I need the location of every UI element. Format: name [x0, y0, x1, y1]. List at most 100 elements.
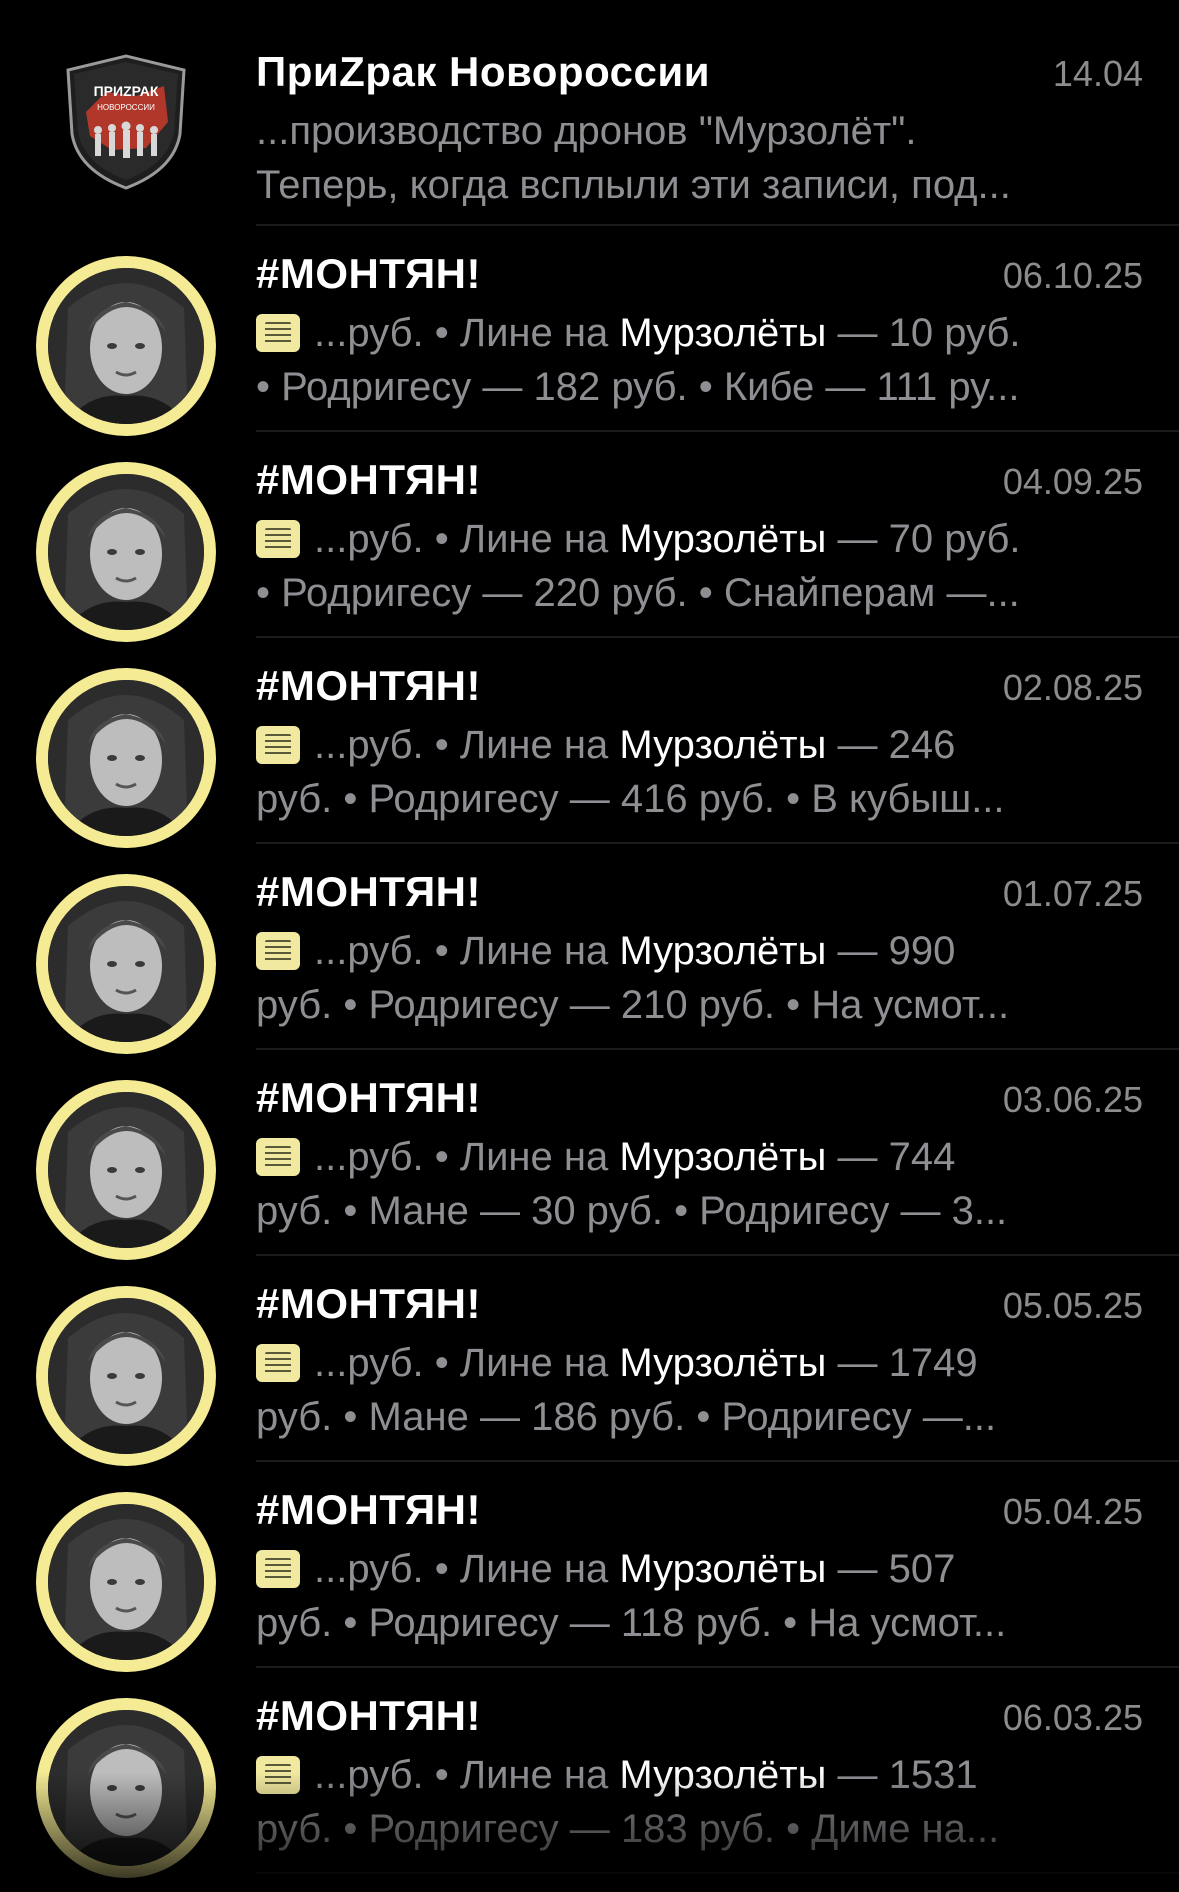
person-photo-icon	[48, 1504, 204, 1660]
preview-suffix: — 70 руб.	[826, 517, 1021, 561]
preview-prefix: ...руб. • Лине на	[314, 723, 620, 767]
chat-title: #МОНТЯН!	[256, 250, 481, 297]
avatar-ring	[36, 1080, 216, 1260]
chat-date: 05.05.25	[1002, 1285, 1143, 1326]
avatar	[36, 462, 216, 642]
chat-row[interactable]: #МОНТЯН! 06.10.25 ...руб. • Лине на Мурз…	[0, 226, 1179, 436]
preview-highlight: Мурзолёты	[619, 929, 827, 973]
preview-suffix: — 744	[826, 1135, 956, 1179]
avatar-photo	[48, 474, 204, 630]
preview-suffix: — 990	[826, 929, 956, 973]
chat-title: #МОНТЯН!	[256, 456, 481, 503]
avatar-photo	[48, 680, 204, 836]
person-photo-icon	[48, 1092, 204, 1248]
chat-preview-line1: ...руб. • Лине на Мурзолёты — 246	[256, 718, 1143, 772]
avatar	[36, 1698, 216, 1878]
preview-suffix: — 507	[826, 1547, 956, 1591]
chat-title: #МОНТЯН!	[256, 1486, 481, 1533]
preview-prefix: ...руб. • Лине на	[314, 517, 620, 561]
preview-prefix: ...руб. • Лине на	[314, 1341, 620, 1385]
person-photo-icon	[48, 680, 204, 836]
preview-suffix: — 1531	[826, 1753, 978, 1797]
avatar	[36, 668, 216, 848]
chat-date: 01.07.25	[1002, 873, 1143, 914]
avatar-photo	[48, 1298, 204, 1454]
chat-date: 04.09.25	[1002, 461, 1143, 502]
avatar-photo	[48, 1504, 204, 1660]
shield-logo-icon: ПРИZРАК НОВОРОССИИ	[66, 54, 186, 190]
chat-preview-line2: • Родригесу — 182 руб. • Кибе — 111 ру..…	[256, 365, 1020, 409]
chat-date: 05.04.25	[1002, 1491, 1143, 1532]
preview-prefix: ...руб. • Лине на	[314, 311, 620, 355]
chat-title: #МОНТЯН!	[256, 868, 481, 915]
chat-date: 03.06.25	[1002, 1079, 1143, 1120]
memo-icon	[256, 1550, 300, 1588]
row-divider	[256, 1872, 1179, 1874]
preview-prefix: ...руб. • Лине на	[314, 1547, 620, 1591]
chat-row[interactable]: #МОНТЯН! 05.04.25 ...руб. • Лине на Мурз…	[0, 1462, 1179, 1672]
preview-prefix: ...руб. • Лине на	[314, 1135, 620, 1179]
avatar-photo	[48, 886, 204, 1042]
preview-prefix: ...руб. • Лине на	[314, 929, 620, 973]
chat-preview-line1: ...руб. • Лине на Мурзолёты — 507	[256, 1542, 1143, 1596]
preview-prefix: ...руб. • Лине на	[314, 1753, 620, 1797]
chat-row[interactable]: #МОНТЯН! 04.09.25 ...руб. • Лине на Мурз…	[0, 432, 1179, 642]
preview-highlight: Мурзолёты	[619, 311, 827, 355]
chat-preview-line1: ...производство дронов "Мурзолёт".	[256, 109, 917, 153]
chat-row[interactable]: #МОНТЯН! 01.07.25 ...руб. • Лине на Мурз…	[0, 844, 1179, 1054]
chat-date: 02.08.25	[1002, 667, 1143, 708]
memo-icon	[256, 1756, 300, 1794]
chat-date: 06.10.25	[1002, 255, 1143, 296]
preview-highlight: Мурзолёты	[619, 517, 827, 561]
chat-title: #МОНТЯН!	[256, 1280, 481, 1327]
chat-preview-line2: руб. • Родригесу — 183 руб. • Диме на...	[256, 1807, 1000, 1851]
chat-preview-line2: • Родригесу — 220 руб. • Снайперам —...	[256, 571, 1020, 615]
avatar	[36, 256, 216, 436]
chat-preview-line2: руб. • Родригесу — 210 руб. • На усмот..…	[256, 983, 1010, 1027]
preview-suffix: — 10 руб.	[826, 311, 1021, 355]
avatar	[36, 874, 216, 1054]
chat-title: ПриZрак Новороссии	[256, 48, 711, 95]
preview-suffix: — 1749	[826, 1341, 978, 1385]
svg-text:ПРИZРАК: ПРИZРАК	[94, 83, 159, 99]
avatar-ring	[36, 1492, 216, 1672]
chat-preview-line2: руб. • Мане — 30 руб. • Родригесу — 3...	[256, 1189, 1008, 1233]
person-photo-icon	[48, 474, 204, 630]
chat-title: #МОНТЯН!	[256, 662, 481, 709]
preview-highlight: Мурзолёты	[619, 1135, 827, 1179]
chat-row[interactable]: ПРИZРАК НОВОРОССИИ ПриZрак Новороссии 14…	[0, 0, 1179, 226]
chat-preview-line2: Теперь, когда всплыли эти записи, под...	[256, 163, 1011, 207]
chat-preview-line1: ...руб. • Лине на Мурзолёты — 990	[256, 924, 1143, 978]
person-photo-icon	[48, 1298, 204, 1454]
chat-preview-line1: ...руб. • Лине на Мурзолёты — 1531	[256, 1748, 1143, 1802]
avatar	[36, 1492, 216, 1672]
memo-icon	[256, 932, 300, 970]
chat-date: 06.03.25	[1002, 1697, 1143, 1738]
memo-icon	[256, 726, 300, 764]
channel-logo-avatar: ПРИZРАК НОВОРОССИИ	[56, 52, 196, 192]
memo-icon	[256, 1138, 300, 1176]
chat-preview-line2: руб. • Мане — 186 руб. • Родригесу —...	[256, 1395, 997, 1439]
avatar-photo	[48, 1092, 204, 1248]
svg-text:НОВОРОССИИ: НОВОРОССИИ	[97, 103, 155, 112]
avatar-photo	[48, 268, 204, 424]
chat-row[interactable]: #МОНТЯН! 06.03.25 ...руб. • Лине на Мурз…	[0, 1668, 1179, 1878]
avatar-ring	[36, 668, 216, 848]
chat-preview-line2: руб. • Родригесу — 416 руб. • В кубыш...	[256, 777, 1005, 821]
chat-title: #МОНТЯН!	[256, 1692, 481, 1739]
preview-highlight: Мурзолёты	[619, 1753, 827, 1797]
chat-preview-line1: ...руб. • Лине на Мурзолёты — 10 руб.	[256, 306, 1143, 360]
chat-row[interactable]: #МОНТЯН! 03.06.25 ...руб. • Лине на Мурз…	[0, 1050, 1179, 1260]
avatar	[36, 1080, 216, 1260]
avatar-ring	[36, 462, 216, 642]
chat-row[interactable]: #МОНТЯН! 05.05.25 ...руб. • Лине на Мурз…	[0, 1256, 1179, 1466]
preview-suffix: — 246	[826, 723, 956, 767]
person-photo-icon	[48, 268, 204, 424]
chat-list: ПРИZРАК НОВОРОССИИ ПриZрак Новороссии 14…	[0, 0, 1179, 1878]
memo-icon	[256, 314, 300, 352]
chat-date: 14.04	[1052, 53, 1143, 94]
avatar-ring	[36, 1698, 216, 1878]
person-photo-icon	[48, 1710, 204, 1866]
chat-row[interactable]: #МОНТЯН! 02.08.25 ...руб. • Лине на Мурз…	[0, 638, 1179, 848]
avatar-ring	[36, 256, 216, 436]
